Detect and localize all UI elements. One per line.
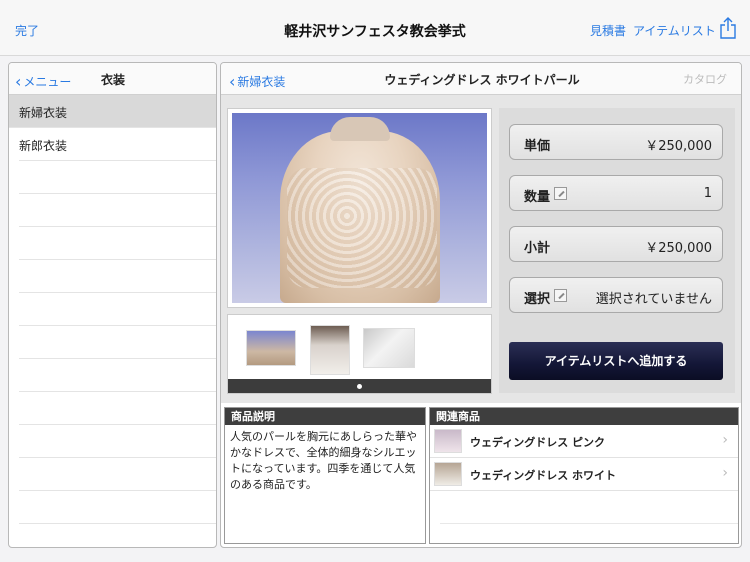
related-item-label: ウェディングドレス ピンク [470,436,606,449]
empty-row [19,491,216,524]
lace-pattern [287,168,437,288]
empty-row [19,392,216,425]
empty-row [19,326,216,359]
unit-price-value: ￥250,000 [645,139,712,154]
sidebar-item-bride-costume[interactable]: 新婦衣装 [9,95,216,128]
unit-price-field: 単価 ￥250,000 [509,124,723,160]
related-thumbnail [434,462,462,486]
empty-row [19,425,216,458]
sidebar-navbar: ‹ メニュー 衣装 [9,63,216,95]
related-thumbnail [434,429,462,453]
quantity-field[interactable]: 数量 1 [509,175,723,211]
related-products-section: 関連商品 ウェディングドレス ピンク › ウェディングドレス ホワイト › [429,407,739,544]
chevron-right-icon: › [722,465,728,481]
unit-price-label: 単価 [524,139,551,154]
chevron-right-icon: › [722,432,728,448]
edit-icon [554,289,567,302]
menu-back-label: メニュー [23,75,72,89]
related-header: 関連商品 [430,408,738,425]
menu-back-button[interactable]: ‹ メニュー [15,71,72,91]
detail-panel: ‹ 新婦衣装 ウェディングドレス ホワイトパール カタログ 単価 ￥250,000 [220,62,742,548]
description-text: 人気のパールを胸元にあしらった華やかなドレスで、全体的細身なシルエットになってい… [230,430,417,491]
subtotal-field: 小計 ￥250,000 [509,226,723,262]
sidebar-item-groom-costume[interactable]: 新郎衣装 [19,128,216,161]
description-header: 商品説明 [225,408,425,425]
estimate-button[interactable]: 見積書 [590,22,626,39]
sidebar-title: 衣装 [101,73,126,87]
subtotal-value: ￥250,000 [645,241,712,256]
product-title: ウェディングドレス ホワイトパール [384,73,580,87]
thumbnail-2[interactable] [310,325,350,375]
empty-row [19,359,216,392]
thumbnail-3[interactable] [363,328,415,368]
thumbnail-strip [227,314,492,394]
selection-value: 選択されていません [595,292,712,307]
sidebar: ‹ メニュー 衣装 新婦衣装 新郎衣装 [8,62,217,548]
product-content: 単価 ￥250,000 数量 1 小計 ￥250,000 選択 選択されていませ… [221,95,741,403]
add-to-item-list-button[interactable]: アイテムリストへ追加する [509,342,723,380]
price-panel: 単価 ￥250,000 数量 1 小計 ￥250,000 選択 選択されていませ… [499,108,735,393]
item-list-button[interactable]: アイテムリスト [633,22,716,39]
product-photo[interactable] [227,108,492,308]
empty-row [19,161,216,194]
subtotal-label: 小計 [524,241,551,256]
empty-row [440,491,738,524]
selection-field[interactable]: 選択 選択されていません [509,277,723,313]
empty-row [19,227,216,260]
selection-label: 選択 [524,292,551,307]
related-item-label: ウェディングドレス ホワイト [470,469,617,482]
quantity-label: 数量 [524,190,551,205]
share-icon[interactable] [720,17,736,39]
quantity-value: 1 [703,186,712,201]
edit-icon [554,187,567,200]
empty-row [19,194,216,227]
top-toolbar: 完了 軽井沢サンフェスタ教会挙式 見積書 アイテムリスト [0,0,750,56]
empty-row [19,293,216,326]
related-item-pink[interactable]: ウェディングドレス ピンク › [430,425,738,458]
related-item-white[interactable]: ウェディングドレス ホワイト › [430,458,738,491]
detail-navbar: ‹ 新婦衣装 ウェディングドレス ホワイトパール カタログ [221,63,741,95]
description-section: 商品説明 人気のパールを胸元にあしらった華やかなドレスで、全体的細身なシルエット… [224,407,426,544]
catalog-button[interactable]: カタログ [683,71,727,87]
empty-row [19,458,216,491]
chevron-left-icon: ‹ [15,72,22,91]
empty-row [19,260,216,293]
thumbnail-1[interactable] [246,330,296,366]
wedding-dress-image [232,113,487,303]
page-dot [357,384,362,389]
page-indicator[interactable] [228,379,491,393]
